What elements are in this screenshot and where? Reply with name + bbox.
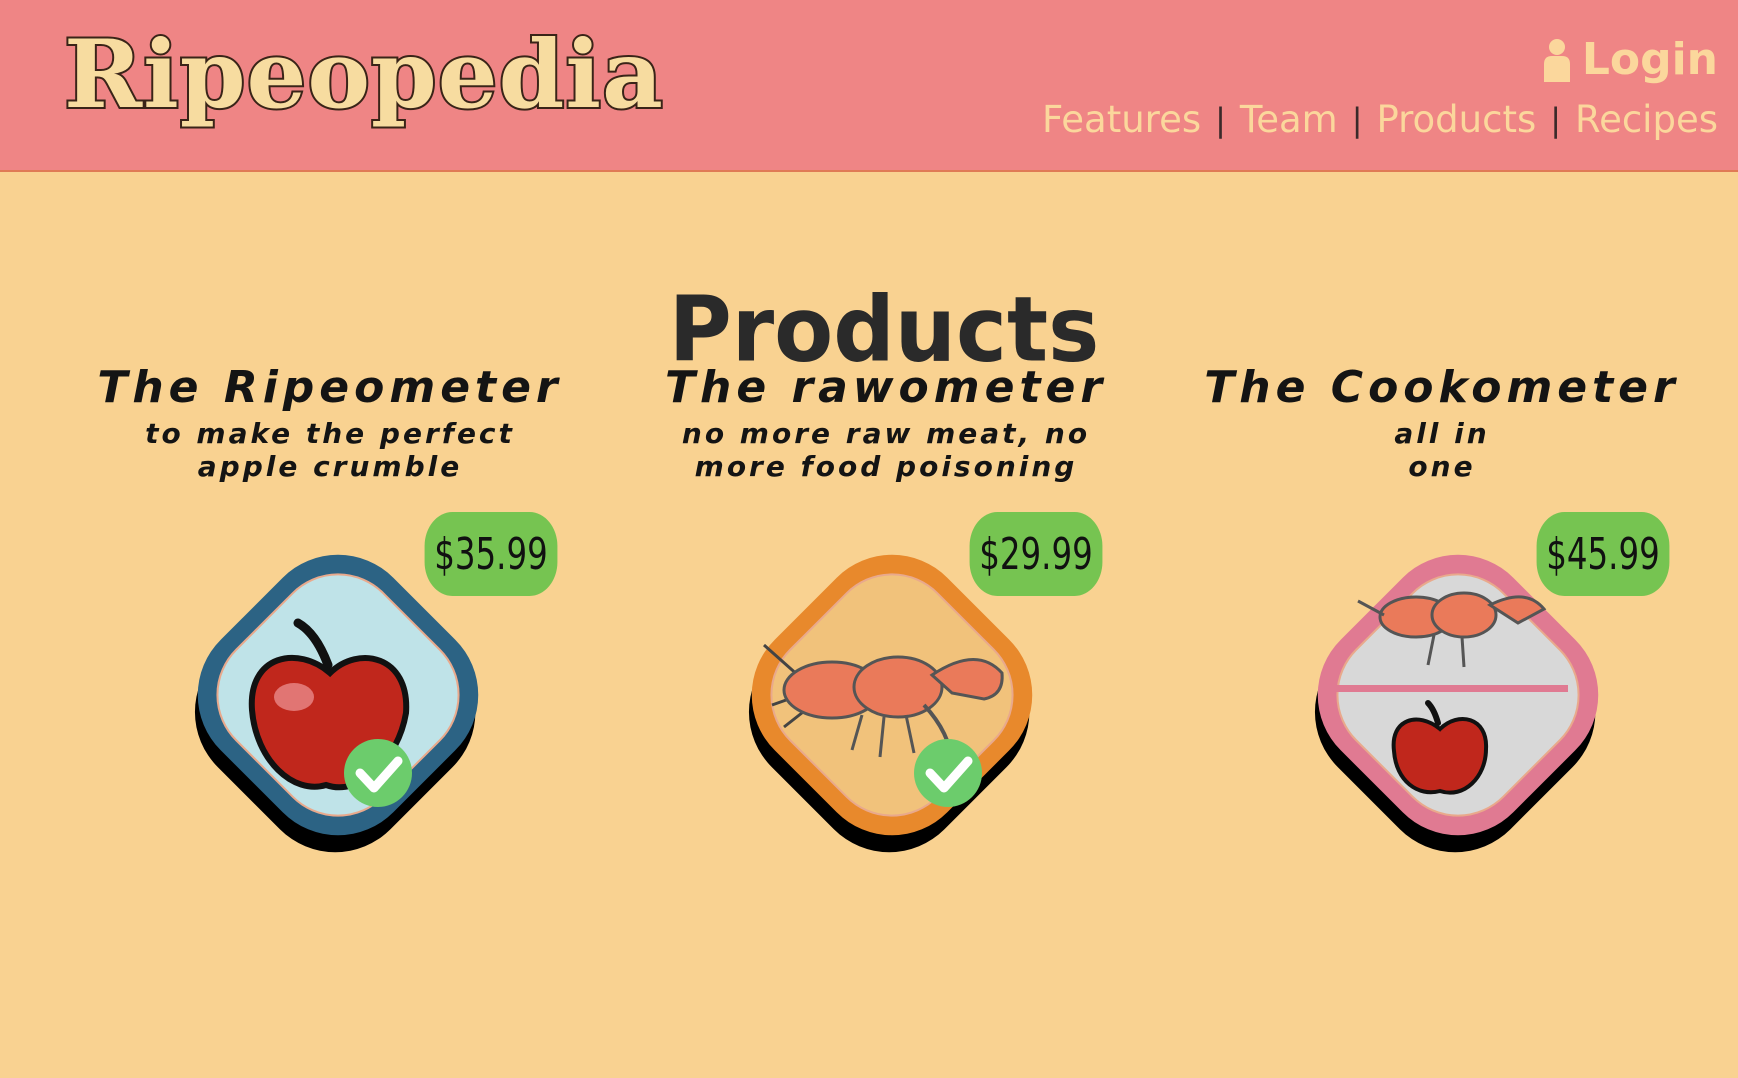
check-icon (344, 739, 412, 807)
product-card-cookometer: The Cookometer all in one (1192, 362, 1692, 484)
check-icon (914, 739, 982, 807)
nav-separator: | (1215, 100, 1226, 139)
price-badge: $35.99 (424, 512, 558, 596)
nav-team[interactable]: Team (1240, 98, 1338, 141)
product-card-ripeometer: The Ripeometer to make the perfect apple… (80, 362, 580, 484)
product-name: The Cookometer (1204, 362, 1680, 413)
product-name: The rawometer (664, 362, 1108, 413)
login-button[interactable]: Login (1542, 34, 1718, 85)
site-header: Ripeopedia Login Features | Team | Produ… (0, 0, 1738, 172)
user-icon (1543, 38, 1570, 82)
main-nav: Features | Team | Products | Recipes (1042, 98, 1718, 141)
price-badge: $29.99 (969, 512, 1103, 596)
nav-recipes[interactable]: Recipes (1575, 98, 1718, 141)
nav-features[interactable]: Features (1042, 98, 1201, 141)
product-tagline: no more raw meat, no more food poisoning (681, 417, 1091, 484)
login-label: Login (1581, 34, 1718, 85)
site-logo[interactable]: Ripeopedia (62, 26, 665, 124)
product-tagline: all in one (1394, 417, 1490, 484)
nav-products[interactable]: Products (1376, 98, 1536, 141)
nav-separator: | (1550, 100, 1562, 139)
product-tagline: to make the perfect apple crumble (145, 417, 515, 484)
product-card-rawometer: The rawometer no more raw meat, no more … (636, 362, 1136, 484)
nav-separator: | (1351, 100, 1363, 139)
price-badge: $45.99 (1536, 512, 1670, 596)
product-name: The Ripeometer (97, 362, 563, 413)
